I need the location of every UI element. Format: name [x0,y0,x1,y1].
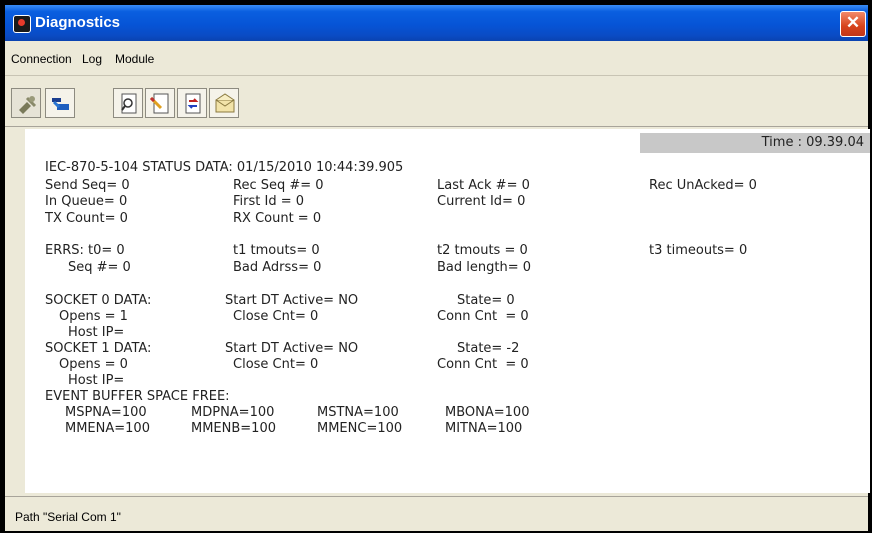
transfer-page-button[interactable] [177,88,207,118]
seq-num: Seq #= 0 [68,260,131,275]
time-display: Time : 09.39.04 [640,133,870,153]
transfer-page-icon [185,93,201,114]
connect-button[interactable] [45,88,75,118]
event-buffer-cell: MSTNA=100 [317,405,399,420]
mail-button[interactable] [209,88,239,118]
rec-seq: Rec Seq #= 0 [233,178,324,193]
event-buffer-cell: MITNA=100 [445,421,523,436]
rx-count: RX Count = 0 [233,211,322,226]
socket-1-opens: Opens = 0 [59,357,128,372]
event-buffer-cell: MMENA=100 [65,421,150,436]
search-page-button[interactable] [113,88,143,118]
event-buffer-cell: MBONA=100 [445,405,530,420]
socket-0-label: SOCKET 0 DATA: [45,293,152,308]
menu-bar: Connection Log Module [5,41,868,76]
socket-1-state: State= -2 [457,341,520,356]
socket-0-state: State= 0 [457,293,515,308]
edit-page-icon [149,93,169,114]
mail-icon [215,93,235,113]
event-buffer-cell: MDPNA=100 [191,405,275,420]
rec-unacked: Rec UnAcked= 0 [649,178,757,193]
tx-count: TX Count= 0 [45,211,128,226]
status-bar: Path "Serial Com 1" [5,496,868,531]
bad-length: Bad length= 0 [437,260,532,275]
socket-1-host-ip: Host IP= [68,373,125,388]
search-page-icon [121,93,137,114]
menu-log[interactable]: Log [82,52,102,66]
disconnect-icon [19,96,37,114]
socket-0-host-ip: Host IP= [68,325,125,340]
last-ack: Last Ack #= 0 [437,178,530,193]
status-bar-text: Path "Serial Com 1" [15,510,121,524]
socket-1-start-dt: Start DT Active= NO [225,341,359,356]
window-title: Diagnostics [35,14,121,31]
event-buffer-cell: MMENB=100 [191,421,276,436]
diagnostics-window: Diagnostics ✕ Connection Log Module Time… [4,4,870,531]
edit-page-button[interactable] [145,88,175,118]
send-seq: Send Seq= 0 [45,178,130,193]
event-buffer-header: EVENT BUFFER SPACE FREE: [45,389,230,404]
socket-1-close-cnt: Close Cnt= 0 [233,357,319,372]
socket-0-start-dt: Start DT Active= NO [225,293,359,308]
errs-t0: ERRS: t0= 0 [45,243,125,258]
diagnostics-output: Time : 09.39.04 IEC-870-5-104 STATUS DAT… [25,129,870,493]
socket-0-conn-cnt: Conn Cnt = 0 [437,309,529,324]
current-id: Current Id= 0 [437,194,526,209]
socket-0-opens: Opens = 1 [59,309,128,324]
t3-timeouts: t3 timeouts= 0 [649,243,748,258]
status-header: IEC-870-5-104 STATUS DATA: 01/15/2010 10… [45,160,404,175]
menu-connection[interactable]: Connection [11,52,72,66]
toolbar [5,76,868,127]
socket-1-label: SOCKET 1 DATA: [45,341,152,356]
event-buffer-cell: MMENC=100 [317,421,403,436]
event-buffer-cell: MSPNA=100 [65,405,147,420]
title-bar[interactable]: Diagnostics ✕ [5,5,868,41]
t1-tmouts: t1 tmouts= 0 [233,243,320,258]
t2-tmouts: t2 tmouts = 0 [437,243,528,258]
disconnect-button[interactable] [11,88,41,118]
in-queue: In Queue= 0 [45,194,128,209]
first-id: First Id = 0 [233,194,305,209]
bad-adrss: Bad Adrss= 0 [233,260,322,275]
menu-module[interactable]: Module [115,52,154,66]
close-button[interactable]: ✕ [840,11,866,37]
app-icon [13,15,31,33]
connect-icon [52,98,69,110]
socket-0-close-cnt: Close Cnt= 0 [233,309,319,324]
socket-1-conn-cnt: Conn Cnt = 0 [437,357,529,372]
